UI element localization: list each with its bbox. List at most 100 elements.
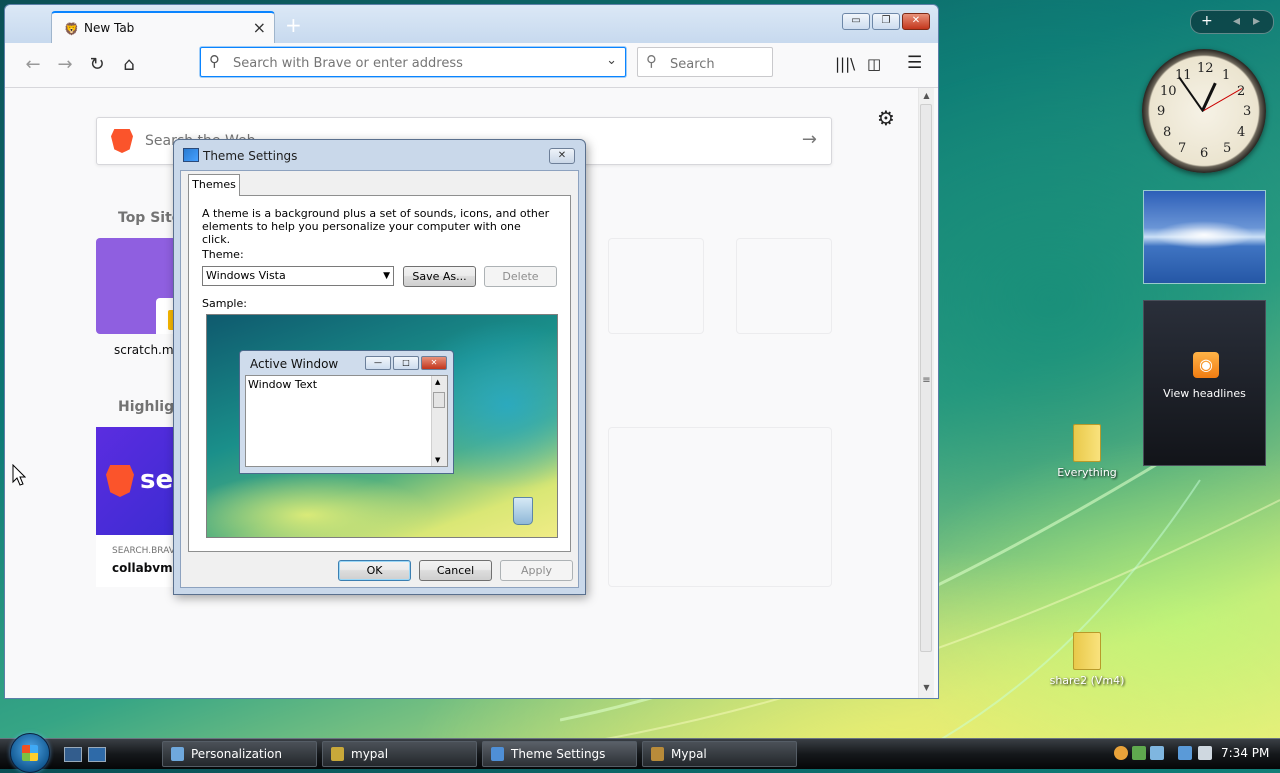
- clock-number: 12: [1197, 61, 1214, 76]
- close-icon: ✕: [421, 356, 447, 370]
- scroll-down-icon[interactable]: ▼: [919, 683, 934, 692]
- desktop-icon-share2[interactable]: share2 (Vm4): [1047, 632, 1127, 687]
- clock-number: 1: [1222, 68, 1231, 83]
- forward-button[interactable]: →: [53, 53, 77, 77]
- dialog-title: Theme Settings: [203, 149, 298, 163]
- display-icon: [491, 747, 504, 761]
- clock-number: 8: [1163, 125, 1172, 140]
- delete-button[interactable]: Delete: [484, 266, 557, 287]
- gear-icon[interactable]: ⚙: [877, 106, 895, 130]
- display-tray-icon[interactable]: [1178, 746, 1192, 760]
- taskbar-item-label: Theme Settings: [511, 747, 606, 761]
- brave-logo-icon: [106, 465, 134, 497]
- theme-select-value: Windows Vista: [206, 269, 286, 282]
- network-icon[interactable]: [1150, 746, 1164, 760]
- address-input[interactable]: [231, 52, 595, 74]
- taskbar-item-personalization[interactable]: Personalization: [162, 741, 317, 767]
- feed-headlines-gadget[interactable]: ◉ View headlines: [1143, 300, 1266, 466]
- clock-gadget[interactable]: 12 1 2 3 4 5 6 7 8 9 10 11: [1142, 49, 1266, 173]
- search-input[interactable]: [668, 53, 768, 75]
- show-desktop-icon[interactable]: [64, 747, 82, 762]
- desktop-icon-label: share2 (Vm4): [1049, 674, 1125, 687]
- taskbar-item-mypal-folder[interactable]: mypal: [322, 741, 477, 767]
- dialog-close-button[interactable]: ✕: [549, 148, 575, 164]
- clock-time[interactable]: 7:34 PM: [1221, 746, 1269, 760]
- taskbar-item-mypal-browser[interactable]: Mypal: [642, 741, 797, 767]
- tab-themes[interactable]: Themes: [188, 174, 240, 196]
- desktop-icon-everything[interactable]: Everything: [1047, 424, 1127, 479]
- folder-icon: [331, 747, 344, 761]
- brave-favicon-icon: 🦁: [64, 22, 79, 36]
- highlight-empty-card[interactable]: [608, 427, 832, 587]
- tab-close-icon[interactable]: ×: [253, 18, 266, 37]
- close-window-button[interactable]: ✕: [902, 13, 930, 30]
- tab-new-tab[interactable]: 🦁 New Tab ×: [51, 11, 275, 43]
- page-scrollbar[interactable]: ▲ ≡ ▼: [918, 88, 934, 698]
- arrow-right-icon[interactable]: →: [802, 129, 817, 150]
- ok-button[interactable]: OK: [338, 560, 411, 581]
- theme-sample-preview: Active Window — □ ✕ Window Text ▲ ▼: [206, 314, 558, 538]
- switch-windows-icon[interactable]: [88, 747, 106, 762]
- sample-window-title: Active Window: [250, 357, 339, 371]
- home-button[interactable]: ⌂: [117, 53, 141, 77]
- sidebar-icon[interactable]: ◫: [867, 55, 881, 73]
- cancel-button[interactable]: Cancel: [419, 560, 492, 581]
- apply-button[interactable]: Apply: [500, 560, 573, 581]
- folder-icon: [1073, 424, 1101, 462]
- mypal-icon: [651, 747, 664, 761]
- save-as-button[interactable]: Save As...: [403, 266, 476, 287]
- rss-icon: ◉: [1193, 352, 1219, 378]
- theme-description: A theme is a background plus a set of so…: [202, 207, 550, 246]
- address-bar[interactable]: ⚲ ⌄: [200, 47, 626, 77]
- library-icon[interactable]: |||\: [835, 55, 855, 73]
- next-page-button[interactable]: ▸: [1253, 13, 1260, 29]
- personalization-icon: [171, 747, 184, 761]
- search-icon: ⚲: [209, 52, 220, 70]
- volume-icon[interactable]: [1198, 746, 1212, 760]
- highlight-source: SEARCH.BRAV: [112, 546, 175, 556]
- themes-panel: A theme is a background plus a set of so…: [188, 195, 571, 552]
- minimize-icon: —: [365, 356, 391, 370]
- top-site-empty-tile[interactable]: [736, 238, 832, 334]
- reload-button[interactable]: ↻: [85, 53, 109, 77]
- security-shield-icon[interactable]: [1114, 746, 1128, 760]
- window-controls: ▭ ❐ ✕: [842, 13, 930, 30]
- slideshow-gadget[interactable]: [1143, 190, 1266, 284]
- browser-titlebar: 🦁 New Tab × + ▭ ❐ ✕: [5, 5, 938, 43]
- start-button[interactable]: [10, 733, 50, 773]
- scroll-up-icon[interactable]: ▲: [919, 91, 934, 100]
- chevron-down-icon[interactable]: ⌄: [606, 53, 617, 68]
- scroll-down-icon: ▼: [435, 456, 441, 464]
- back-button[interactable]: ←: [21, 53, 45, 77]
- clock-number: 6: [1200, 146, 1209, 161]
- search-box[interactable]: ⚲: [637, 47, 773, 77]
- sample-scroll-thumb: [433, 392, 445, 408]
- sample-active-window: Active Window — □ ✕ Window Text ▲ ▼: [239, 350, 454, 474]
- add-gadget-button[interactable]: +: [1201, 13, 1213, 29]
- prev-page-button[interactable]: ◂: [1233, 13, 1240, 29]
- taskbar-item-theme-settings[interactable]: Theme Settings: [482, 741, 637, 767]
- chevron-down-icon: ▼: [383, 271, 390, 281]
- new-tab-button[interactable]: +: [285, 13, 302, 37]
- desktop-icon-label: Everything: [1057, 466, 1117, 479]
- taskbar-item-label: Mypal: [671, 747, 707, 761]
- theme-select[interactable]: Windows Vista ▼: [202, 266, 394, 286]
- network-sharing-icon[interactable]: [1132, 746, 1146, 760]
- maximize-button[interactable]: ❐: [872, 13, 900, 30]
- sample-scrollbar: ▲ ▼: [431, 376, 447, 466]
- sample-label: Sample:: [202, 297, 247, 310]
- clock-number: 9: [1157, 104, 1166, 119]
- scroll-grip-icon: ≡: [922, 375, 931, 386]
- top-site-empty-tile[interactable]: [608, 238, 704, 334]
- navigation-toolbar: ← → ↻ ⌂ ⚲ ⌄ ⚲ |||\ ◫ ☰: [5, 43, 938, 88]
- view-headlines-link[interactable]: View headlines: [1144, 387, 1265, 400]
- minimize-button[interactable]: ▭: [842, 13, 870, 30]
- clock-number: 10: [1160, 84, 1177, 99]
- sample-window-controls: — □ ✕: [365, 356, 447, 370]
- maximize-icon: □: [393, 356, 419, 370]
- theme-settings-dialog: Theme Settings ✕ Themes A theme is a bac…: [173, 139, 586, 595]
- mouse-cursor-icon: [12, 464, 26, 486]
- menu-icon[interactable]: ☰: [907, 53, 922, 73]
- scroll-up-icon: ▲: [435, 378, 441, 386]
- taskbar-item-label: mypal: [351, 747, 389, 761]
